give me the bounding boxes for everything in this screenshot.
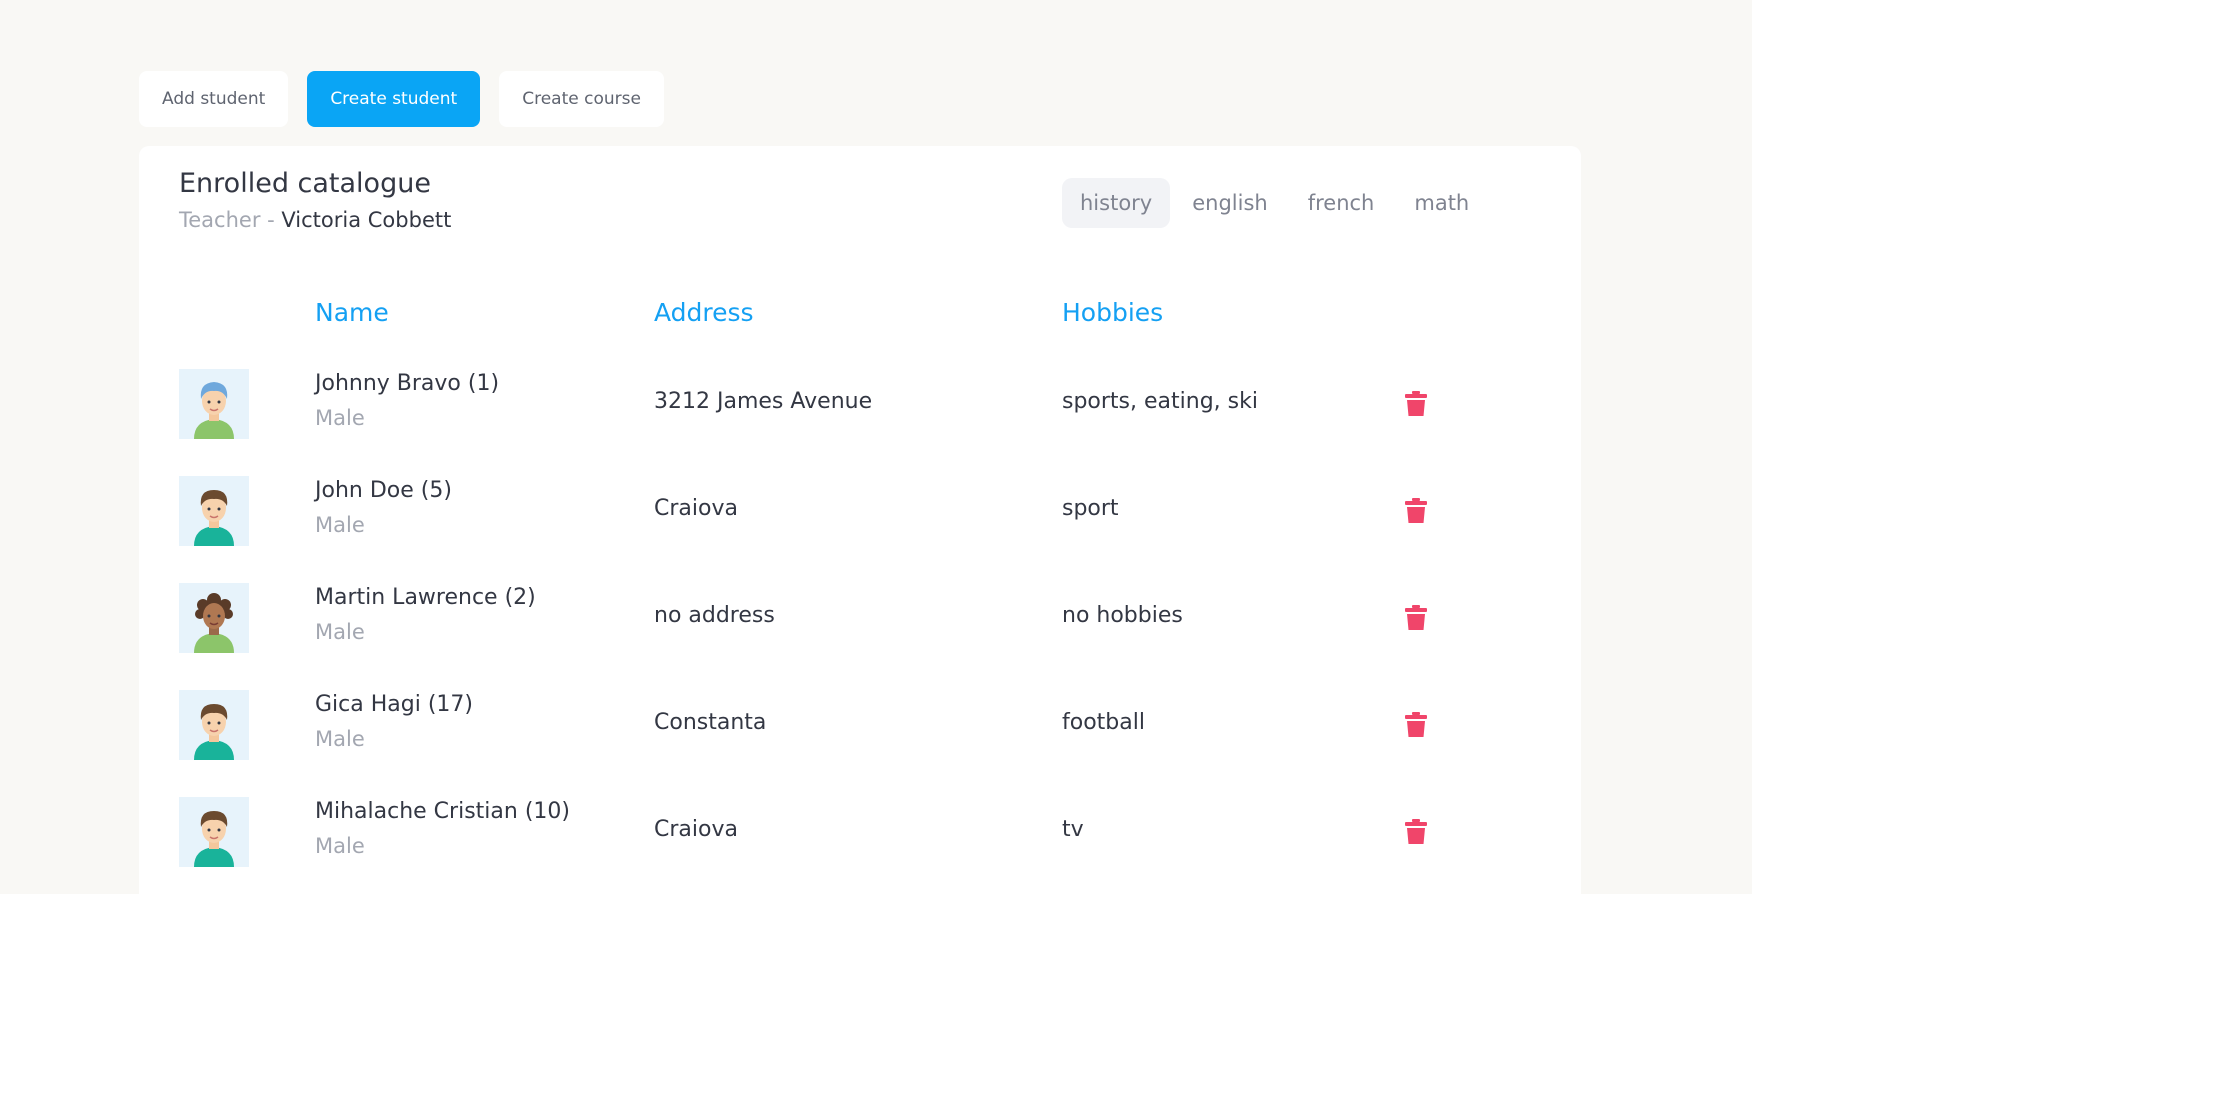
teacher-name: Victoria Cobbett <box>281 208 452 232</box>
student-hobbies: tv <box>1062 817 1084 842</box>
avatar-brown-hair-icon <box>194 704 234 760</box>
trash-icon <box>1405 391 1427 416</box>
tab-french[interactable]: french <box>1290 178 1393 228</box>
student-hobbies: football <box>1062 710 1145 735</box>
course-tabs: history english french math <box>1062 178 1487 228</box>
trash-icon <box>1405 605 1427 630</box>
avatar-curly-hair-icon <box>194 593 234 653</box>
trash-icon <box>1405 819 1427 844</box>
catalogue-title: Enrolled catalogue <box>179 168 431 199</box>
table-row: Johnny Bravo (1) Male 3212 James Avenue … <box>179 369 1559 439</box>
student-hobbies: no hobbies <box>1062 603 1183 628</box>
student-address: Constanta <box>654 710 767 735</box>
avatar-brown-hair-icon <box>194 490 234 546</box>
toolbar: Add student Create student Create course <box>139 71 664 127</box>
student-avatar <box>179 583 249 653</box>
table-row: John Doe (5) Male Craiova sport <box>179 476 1559 546</box>
table-row: Mihalache Cristian (10) Male Craiova tv <box>179 797 1559 867</box>
delete-student-button[interactable] <box>1404 605 1428 631</box>
student-gender: Male <box>315 406 365 430</box>
student-gender: Male <box>315 620 365 644</box>
delete-student-button[interactable] <box>1404 819 1428 845</box>
student-name: Johnny Bravo (1) <box>315 371 500 396</box>
table-row: Gica Hagi (17) Male Constanta football <box>179 690 1559 760</box>
student-name: Gica Hagi (17) <box>315 692 473 717</box>
tab-math[interactable]: math <box>1396 178 1487 228</box>
create-student-button[interactable]: Create student <box>307 71 481 127</box>
teacher-prefix: Teacher - <box>179 208 282 232</box>
delete-student-button[interactable] <box>1404 391 1428 417</box>
app-area: Add student Create student Create course… <box>0 0 1752 894</box>
student-hobbies: sports, eating, ski <box>1062 389 1258 414</box>
tab-history[interactable]: history <box>1062 178 1171 228</box>
avatar-blue-hair-icon <box>194 382 234 439</box>
column-header-name[interactable]: Name <box>315 298 389 327</box>
student-avatar <box>179 690 249 760</box>
student-avatar <box>179 797 249 867</box>
table-row: Martin Lawrence (2) Male no address no h… <box>179 583 1559 653</box>
student-address: Craiova <box>654 817 738 842</box>
avatar-brown-hair-icon <box>194 811 234 867</box>
create-course-button[interactable]: Create course <box>499 71 664 127</box>
student-gender: Male <box>315 834 365 858</box>
catalogue-card: Enrolled catalogue Teacher - Victoria Co… <box>139 146 1581 894</box>
delete-student-button[interactable] <box>1404 712 1428 738</box>
student-address: 3212 James Avenue <box>654 389 873 414</box>
student-avatar <box>179 476 249 546</box>
student-hobbies: sport <box>1062 496 1119 521</box>
student-name: Martin Lawrence (2) <box>315 585 536 610</box>
student-address: Craiova <box>654 496 738 521</box>
student-name: Mihalache Cristian (10) <box>315 799 570 824</box>
column-header-address[interactable]: Address <box>654 298 754 327</box>
student-gender: Male <box>315 727 365 751</box>
tab-english[interactable]: english <box>1174 178 1285 228</box>
student-avatar <box>179 369 249 439</box>
student-address: no address <box>654 603 775 628</box>
student-name: John Doe (5) <box>315 478 452 503</box>
trash-icon <box>1405 712 1427 737</box>
column-header-hobbies[interactable]: Hobbies <box>1062 298 1163 327</box>
teacher-line: Teacher - Victoria Cobbett <box>179 208 451 232</box>
delete-student-button[interactable] <box>1404 498 1428 524</box>
student-gender: Male <box>315 513 365 537</box>
trash-icon <box>1405 498 1427 523</box>
add-student-button[interactable]: Add student <box>139 71 289 127</box>
